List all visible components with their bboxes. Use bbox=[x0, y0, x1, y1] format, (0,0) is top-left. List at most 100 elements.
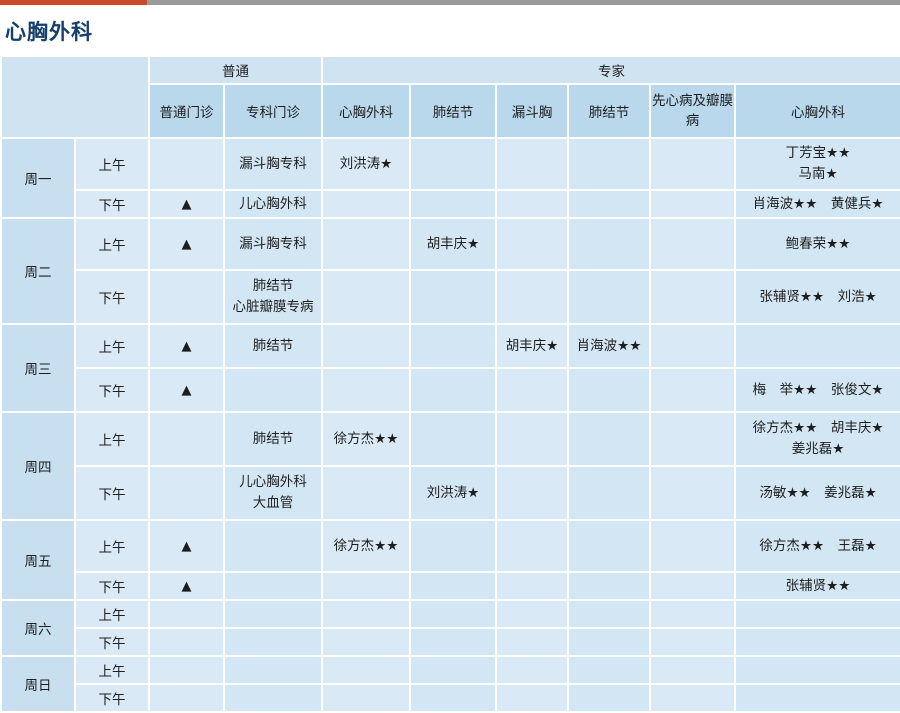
chief-expert-cell: 汤敏★★ 姜兆磊★ bbox=[733, 465, 900, 521]
lung-nodule-2-cell bbox=[567, 627, 651, 657]
funnel-chest-cell bbox=[495, 683, 569, 713]
col-header-funnel-chest: 漏斗胸 bbox=[495, 83, 569, 139]
page-title: 心胸外科 bbox=[5, 20, 93, 44]
session-label: 上午 bbox=[74, 599, 150, 629]
session-label: 上午 bbox=[74, 411, 150, 467]
cardiothoracic-cell bbox=[321, 627, 411, 657]
lung-nodule-cell bbox=[409, 683, 497, 713]
lung-nodule-2-cell bbox=[567, 269, 651, 325]
schedule-row: 周二 上午 ▲ 漏斗胸专科 胡丰庆★ 鲍春荣★★ bbox=[0, 217, 900, 325]
cardiothoracic-cell bbox=[321, 269, 411, 325]
schedule-body: 周一 上午 漏斗胸专科 刘洪涛★ 丁芳宝★★ 马南★ 下午 ▲ 儿心胸外科 肖海波★★ 黄健兵★… bbox=[0, 137, 900, 713]
cardiothoracic-cell bbox=[321, 217, 411, 271]
lung-nodule-2-cell bbox=[567, 599, 651, 629]
specialty-clinic-cell bbox=[223, 627, 323, 657]
chief-expert-cell bbox=[733, 655, 900, 685]
funnel-chest-cell bbox=[495, 519, 569, 573]
lung-nodule-2-cell bbox=[567, 137, 651, 191]
day-label: 周三 bbox=[0, 323, 76, 413]
session-label: 上午 bbox=[74, 323, 150, 369]
chief-expert-cell bbox=[733, 627, 900, 657]
congenital-valve-cell bbox=[649, 269, 736, 325]
lung-nodule-2-cell bbox=[567, 519, 651, 573]
specialty-clinic-cell: 肺结节 bbox=[223, 411, 323, 467]
lung-nodule-cell bbox=[409, 571, 497, 601]
specialty-clinic-cell: 漏斗胸专科 bbox=[223, 217, 323, 271]
general-clinic-cell: ▲ bbox=[148, 519, 225, 573]
congenital-valve-cell bbox=[649, 411, 736, 467]
cardiothoracic-cell: 徐方杰★★ bbox=[321, 411, 411, 467]
general-clinic-cell bbox=[148, 627, 225, 657]
lung-nodule-cell bbox=[409, 137, 497, 191]
lung-nodule-cell bbox=[409, 655, 497, 685]
funnel-chest-cell bbox=[495, 137, 569, 191]
general-clinic-cell bbox=[148, 683, 225, 713]
general-clinic-cell: ▲ bbox=[148, 189, 225, 219]
congenital-valve-cell bbox=[649, 683, 736, 713]
chief-expert-cell bbox=[733, 599, 900, 629]
col-header-lung-nodule: 肺结节 bbox=[409, 83, 497, 139]
accent-bar-gray bbox=[147, 0, 900, 5]
funnel-chest-cell bbox=[495, 189, 569, 219]
lung-nodule-cell bbox=[409, 599, 497, 629]
schedule-row: 下午 ▲ 儿心胸外科 肖海波★★ 黄健兵★ bbox=[1, 189, 900, 219]
lung-nodule-2-cell bbox=[567, 465, 651, 521]
lung-nodule-2-cell bbox=[567, 217, 651, 271]
day-label: 周二 bbox=[0, 217, 76, 325]
chief-expert-cell: 张辅贤★★ bbox=[733, 571, 900, 601]
day-label: 周五 bbox=[0, 519, 76, 601]
specialty-clinic-cell bbox=[223, 683, 323, 713]
funnel-chest-cell bbox=[495, 655, 569, 685]
cardiothoracic-cell bbox=[321, 571, 411, 601]
specialty-clinic-cell: 肺结节 心脏瓣膜专病 bbox=[223, 269, 323, 325]
schedule-row: 周四 上午 肺结节 徐方杰★★ 徐方杰★★ 胡丰庆★ 姜兆磊★ bbox=[0, 411, 900, 521]
session-label: 下午 bbox=[74, 571, 150, 601]
day-label: 周日 bbox=[0, 655, 76, 713]
chief-expert-cell bbox=[733, 323, 900, 369]
general-clinic-cell: ▲ bbox=[148, 217, 225, 271]
lung-nodule-cell bbox=[409, 269, 497, 325]
congenital-valve-cell bbox=[649, 137, 736, 191]
header-group-general: 普通 bbox=[148, 55, 323, 85]
specialty-clinic-cell bbox=[223, 599, 323, 629]
chief-expert-cell: 徐方杰★★ 胡丰庆★ 姜兆磊★ bbox=[733, 411, 900, 467]
lung-nodule-2-cell bbox=[567, 683, 651, 713]
col-header-cardiothoracic: 心胸外科 bbox=[321, 83, 411, 139]
session-label: 下午 bbox=[74, 269, 150, 325]
cardiothoracic-cell bbox=[321, 323, 411, 369]
header-group-expert: 专家 bbox=[320, 55, 900, 85]
general-clinic-cell: ▲ bbox=[148, 367, 225, 413]
congenital-valve-cell bbox=[649, 189, 736, 219]
schedule-row: 下午 ▲ 梅 举★★ 张俊文★ bbox=[1, 367, 900, 413]
lung-nodule-2-cell bbox=[567, 367, 651, 413]
funnel-chest-cell bbox=[495, 269, 569, 325]
schedule-row: 周三 上午 ▲ 肺结节 胡丰庆★ 肖海波★★ bbox=[0, 323, 900, 413]
congenital-valve-cell bbox=[649, 519, 736, 573]
congenital-valve-cell bbox=[649, 599, 736, 629]
funnel-chest-cell bbox=[495, 627, 569, 657]
cardiothoracic-cell bbox=[321, 465, 411, 521]
chief-expert-cell: 张辅贤★★ 刘浩★ bbox=[733, 269, 900, 325]
lung-nodule-cell bbox=[409, 367, 497, 413]
top-accent-bar bbox=[0, 0, 900, 5]
specialty-clinic-cell bbox=[223, 519, 323, 573]
general-clinic-cell bbox=[148, 599, 225, 629]
day-label: 周一 bbox=[0, 137, 76, 219]
specialty-clinic-cell: 肺结节 bbox=[223, 323, 323, 369]
cardiothoracic-cell: 徐方杰★★ bbox=[321, 519, 411, 573]
chief-expert-cell: 鲍春荣★★ bbox=[733, 217, 900, 271]
funnel-chest-cell bbox=[495, 571, 569, 601]
lung-nodule-2-cell bbox=[567, 571, 651, 601]
schedule-row: 下午 儿心胸外科 大血管 刘洪涛★ 汤敏★★ 姜兆磊★ bbox=[1, 465, 900, 521]
general-clinic-cell bbox=[148, 465, 225, 521]
cardiothoracic-cell bbox=[321, 189, 411, 219]
cardiothoracic-cell bbox=[321, 599, 411, 629]
cardiothoracic-cell: 刘洪涛★ bbox=[321, 137, 411, 191]
schedule-row: 下午 ▲ 张辅贤★★ bbox=[1, 571, 900, 601]
clinic-schedule-table: 普通 专家 普通门诊 专科门诊 心胸外科 肺结节 漏斗胸 肺结节 先心病及瓣膜病… bbox=[0, 55, 900, 713]
general-clinic-cell bbox=[148, 655, 225, 685]
congenital-valve-cell bbox=[649, 465, 736, 521]
col-header-specialty-clinic: 专科门诊 bbox=[223, 83, 323, 139]
chief-expert-cell: 徐方杰★★ 王磊★ bbox=[733, 519, 900, 573]
funnel-chest-cell bbox=[495, 411, 569, 467]
